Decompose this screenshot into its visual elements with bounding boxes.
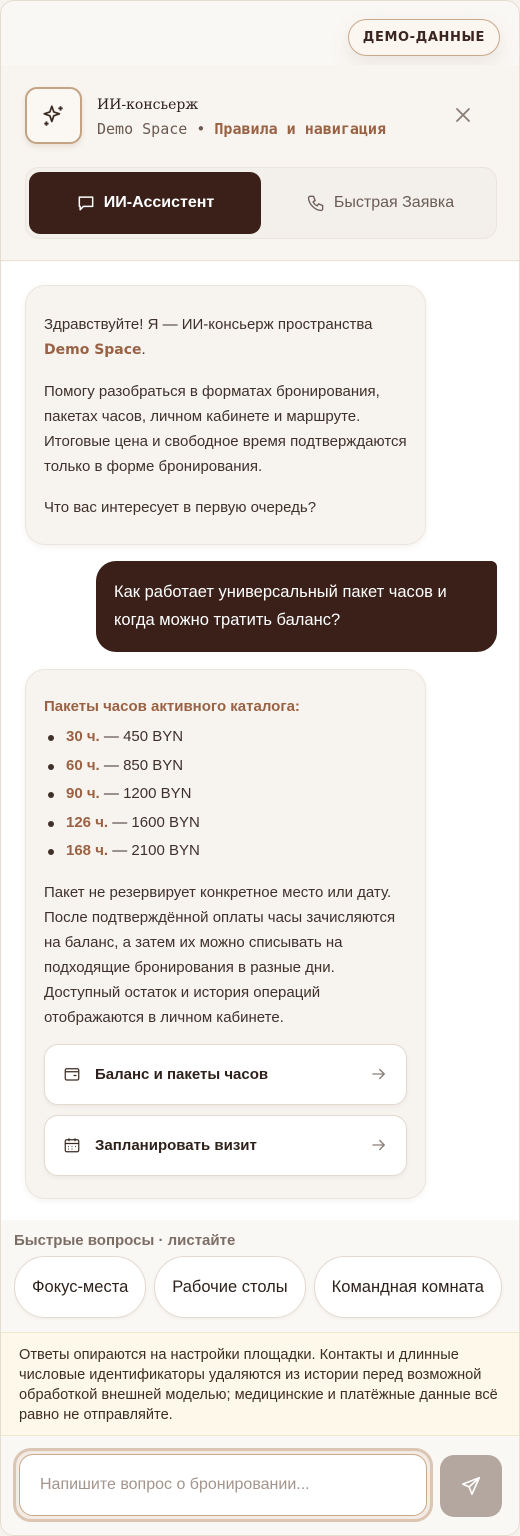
user-message: Как работает универсальный пакет часов и… (96, 561, 497, 652)
message-input-wrapper (13, 1448, 433, 1522)
list-item: 30 ч. — 450 BYN (44, 723, 407, 752)
link-label: Запланировать визит (95, 1136, 257, 1154)
tab-quick-request[interactable]: Быстрая Заявка (266, 172, 494, 234)
quick-questions: Быстрые вопросы · листайте Фокус-места Ра… (1, 1221, 519, 1331)
quick-chip[interactable]: Командная комната (313, 1256, 502, 1318)
quick-chip[interactable]: Рабочие столы (154, 1256, 306, 1318)
quick-chips-scroller[interactable]: Фокус-места Рабочие столы Командная комнат… (14, 1256, 519, 1320)
mode-tabs: ИИ-Ассистент Быстрая Заявка (25, 167, 497, 239)
chat-area: Здравствуйте! Я — ИИ-консьерж пространст… (1, 262, 519, 1220)
list-item: 90 ч. — 1200 BYN (44, 780, 407, 809)
arrow-right-icon (372, 1068, 385, 1080)
privacy-notice: Ответы опираются на настройки площадки. … (1, 1332, 519, 1436)
assistant-message: Пакеты часов активного каталога: 30 ч. —… (25, 669, 426, 1199)
arrow-right-icon (372, 1139, 385, 1151)
header-subtitle: Demo Space • Правила и навигация (97, 120, 386, 138)
close-button[interactable] (451, 103, 475, 127)
message-text: Здравствуйте! Я — ИИ-консьерж пространст… (44, 316, 373, 333)
header-separator: • (196, 120, 206, 138)
packages-heading: Пакеты часов активного каталога: (44, 698, 300, 715)
demo-data-badge: ДЕМО-ДАННЫЕ (347, 19, 500, 56)
chat-bubble-icon (78, 196, 94, 211)
header: ИИ-консьерж Demo Space • Правила и навиг… (1, 65, 519, 261)
message-input[interactable] (19, 1454, 427, 1516)
list-item: 126 ч. — 1600 BYN (44, 809, 407, 838)
quick-chip[interactable]: Фокус-места (14, 1256, 147, 1318)
send-icon (461, 1476, 481, 1496)
tab-label: ИИ-Ассистент (103, 194, 215, 211)
calendar-icon (64, 1138, 80, 1153)
sparkles-icon (25, 87, 82, 144)
message-paragraph: Что вас интересует в первую очередь? (44, 499, 317, 516)
link-label: Баланс и пакеты часов (95, 1065, 269, 1083)
tab-label: Быстрая Заявка (333, 194, 455, 211)
message-text: . (141, 341, 146, 358)
wallet-icon (64, 1068, 80, 1081)
app-frame: ДЕМО-ДАННЫЕ ИИ-консьерж Demo Space • Пра… (0, 0, 520, 1536)
message-paragraph: Помогу разобраться в форматах бронирован… (44, 383, 407, 475)
plan-visit-link[interactable]: Запланировать визит (44, 1114, 407, 1176)
quick-questions-label: Быстрые вопросы · листайте (14, 1232, 236, 1249)
phone-icon (307, 195, 324, 212)
balance-packages-link[interactable]: Баланс и пакеты часов (44, 1043, 407, 1105)
header-title: ИИ-консьерж (97, 97, 199, 113)
close-icon (456, 108, 470, 122)
header-brand: Demo Space (97, 120, 188, 138)
message-paragraph: Здравствуйте! Я — ИИ-консьерж пространст… (44, 312, 407, 363)
composer (1, 1437, 519, 1535)
assistant-message: Здравствуйте! Я — ИИ-консьерж пространст… (25, 285, 426, 545)
tab-ai-assistant[interactable]: ИИ-Ассистент (29, 172, 261, 234)
brand-name: Demo Space (44, 342, 142, 358)
list-item: 60 ч. — 850 BYN (44, 752, 407, 781)
list-item: 168 ч. — 2100 BYN (44, 837, 407, 866)
header-section: Правила и навигация (214, 120, 386, 138)
message-paragraph: Пакет не резервирует конкретное место ил… (44, 883, 396, 1026)
send-button[interactable] (440, 1455, 502, 1517)
packages-list: 30 ч. — 450 BYN 60 ч. — 850 BYN 90 ч. — … (44, 723, 407, 866)
